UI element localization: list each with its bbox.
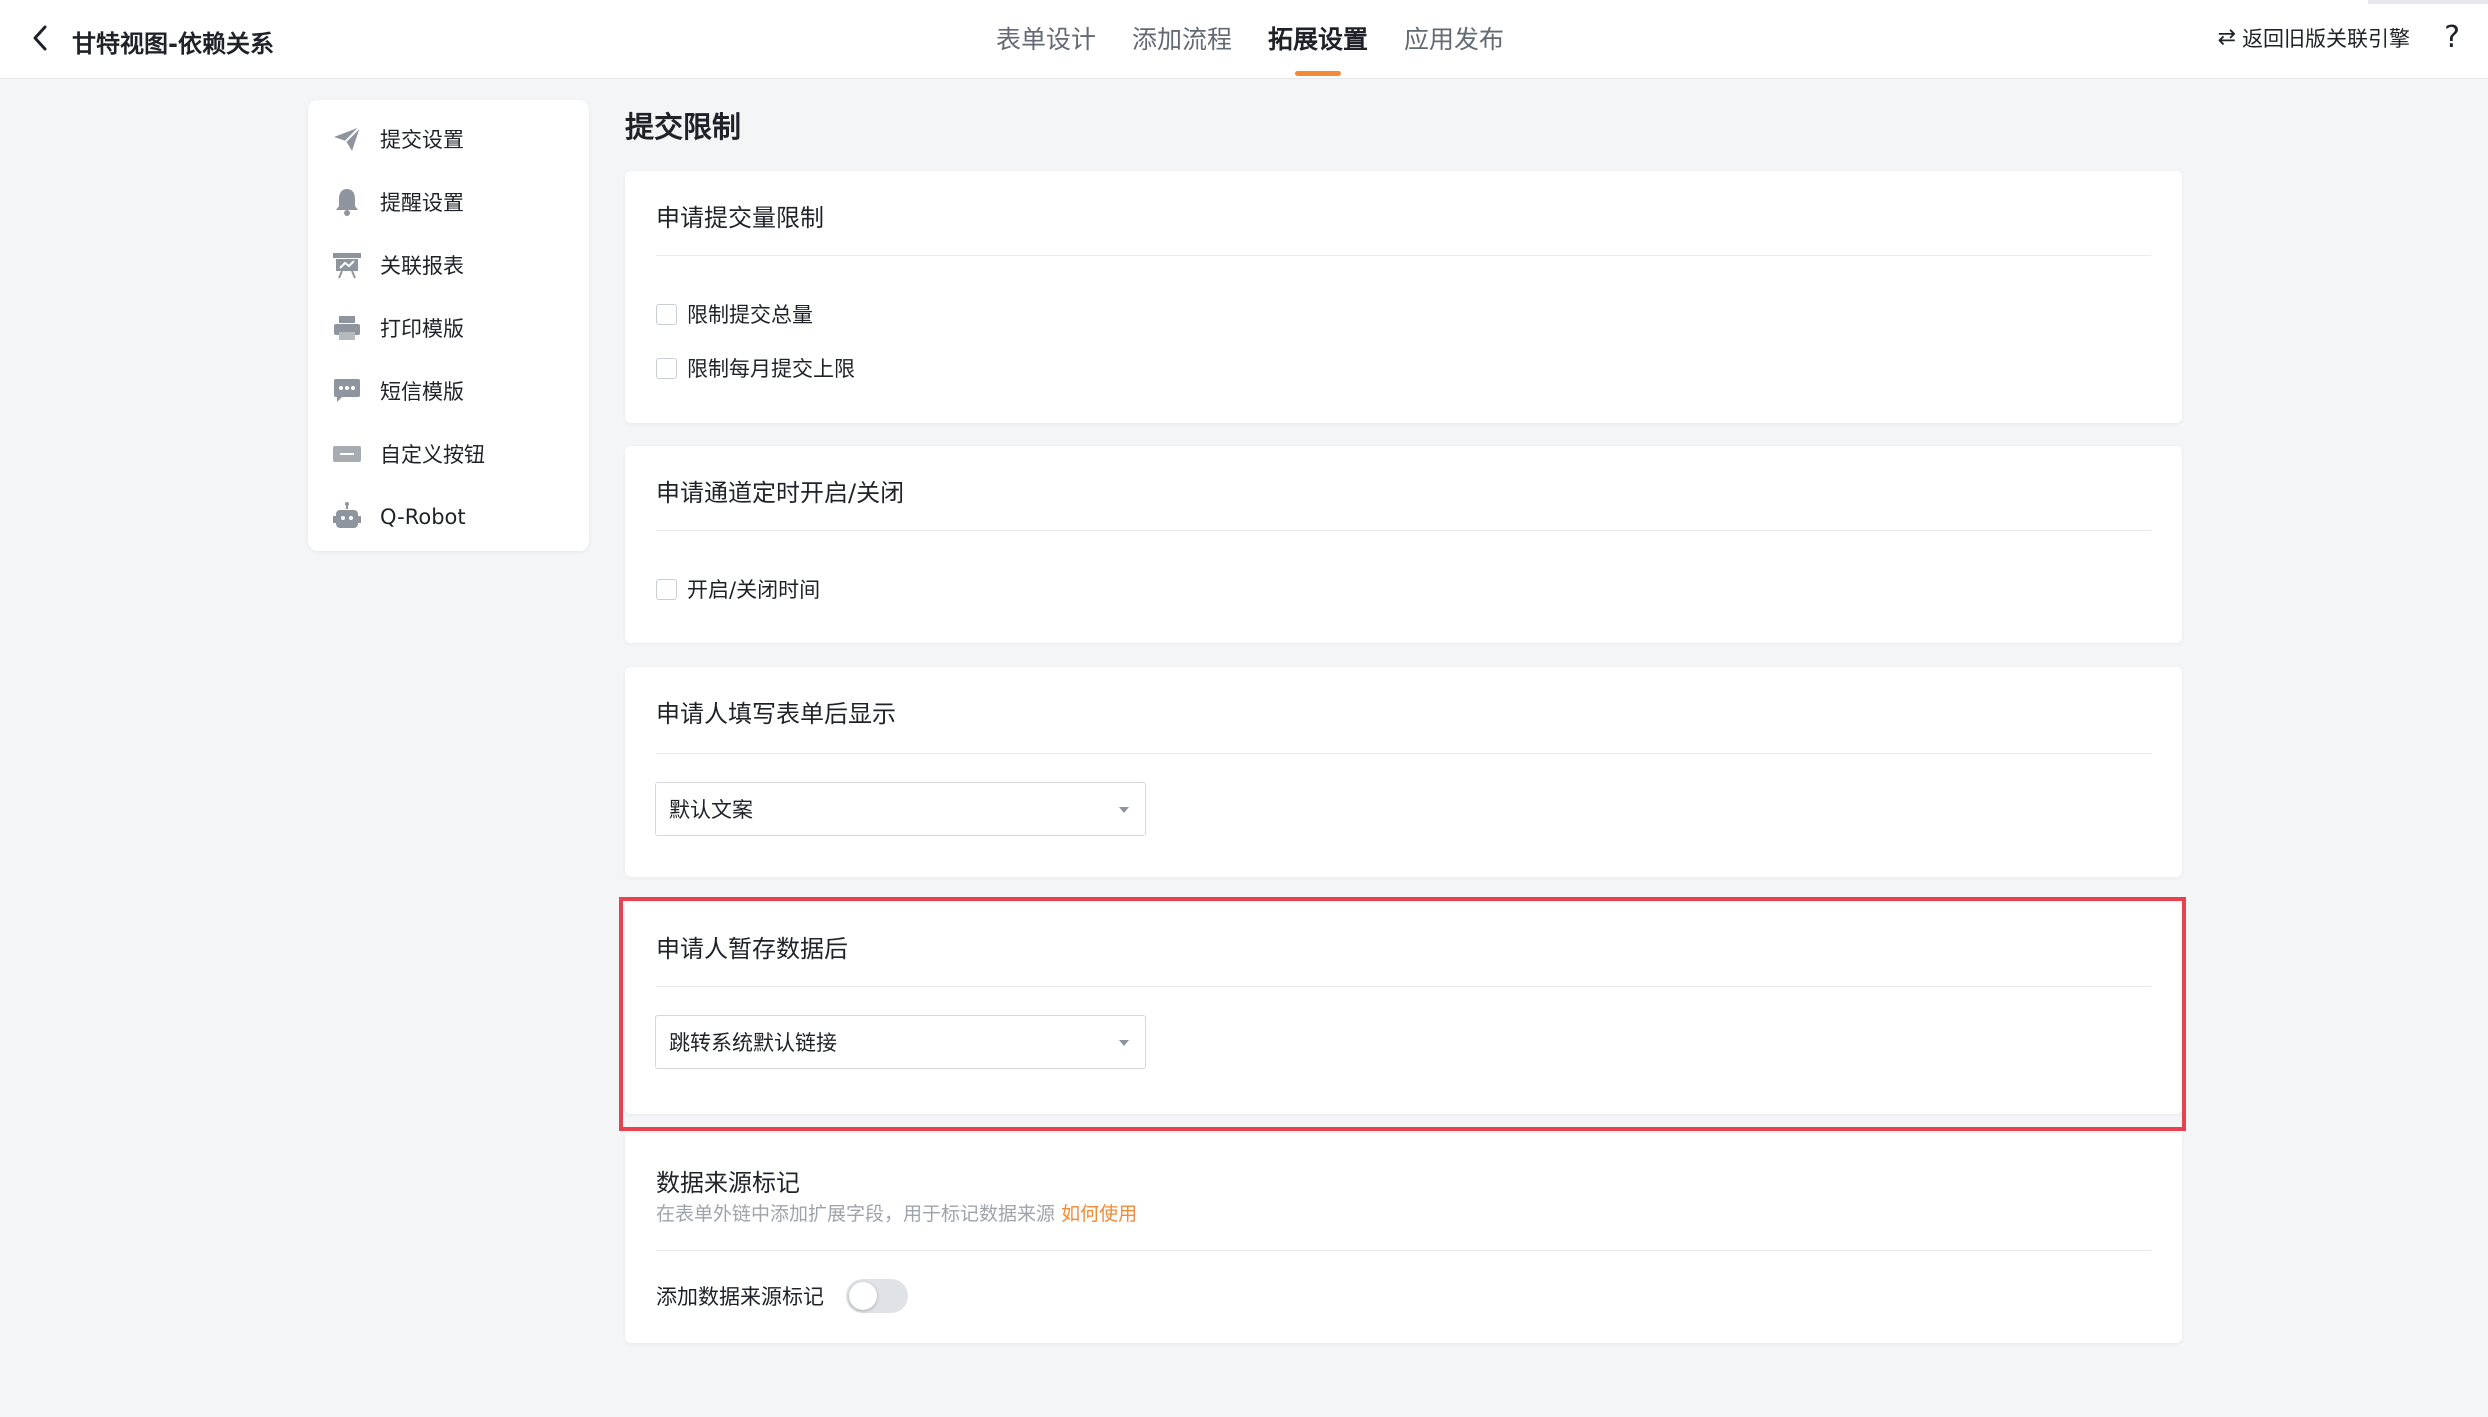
checkbox-box[interactable] <box>656 578 677 600</box>
checkbox-box[interactable] <box>656 303 677 325</box>
card-title: 申请提交量限制 <box>656 204 824 232</box>
select-value: 跳转系统默认链接 <box>669 1031 837 1055</box>
subtitle-text: 在表单外链中添加扩展字段，用于标记数据来源 <box>656 1203 1056 1225</box>
top-bar: 甘特视图-依赖关系 表单设计 添加流程 拓展设置 应用发布 ⇄ 返回旧版关联引擎… <box>0 0 2488 79</box>
tab-add-workflow[interactable]: 添加流程 <box>1132 0 1232 78</box>
bell-icon <box>330 185 364 219</box>
sidebar-item-label: Q-Robot <box>380 504 466 529</box>
sidebar-item-print-templates[interactable]: 打印模版 <box>308 296 589 359</box>
toggle-label: 添加数据来源标记 <box>656 1285 824 1309</box>
after-save-card: 申请人暂存数据后 跳转系统默认链接 <box>625 902 2182 1114</box>
robot-icon <box>330 500 364 534</box>
card-divider <box>656 255 2151 256</box>
toggle-knob <box>849 1282 877 1310</box>
sidebar-item-label: 打印模版 <box>380 316 464 341</box>
window-edge <box>2368 0 2488 4</box>
channel-schedule-card: 申请通道定时开启/关闭 开启/关闭时间 <box>625 446 2182 643</box>
sidebar-item-related-reports[interactable]: 关联报表 <box>308 233 589 296</box>
card-divider <box>656 530 2151 531</box>
topbar-actions: ⇄ 返回旧版关联引擎 ? <box>2218 20 2460 55</box>
limit-monthly-checkbox[interactable]: 限制每月提交上限 <box>656 353 855 383</box>
sidebar-item-label: 提醒设置 <box>380 190 464 215</box>
select-value: 默认文案 <box>669 798 753 822</box>
data-source-card: 数据来源标记 在表单外链中添加扩展字段，用于标记数据来源 如何使用 添加数据来源… <box>625 1133 2182 1343</box>
old-version-label: 返回旧版关联引擎 <box>2242 26 2411 51</box>
data-source-toggle-row: 添加数据来源标记 <box>656 1279 908 1313</box>
top-tabs: 表单设计 添加流程 拓展设置 应用发布 <box>996 0 1540 78</box>
card-divider <box>656 986 2151 987</box>
message-icon <box>330 374 364 408</box>
card-title: 数据来源标记 <box>656 1169 800 1197</box>
swap-icon: ⇄ <box>2217 25 2237 50</box>
open-close-time-checkbox[interactable]: 开启/关闭时间 <box>656 574 820 604</box>
printer-icon <box>330 311 364 345</box>
checkbox-box[interactable] <box>656 357 677 379</box>
card-divider <box>656 753 2151 754</box>
card-subtitle: 在表单外链中添加扩展字段，用于标记数据来源 如何使用 <box>656 1199 1137 1226</box>
sidebar-item-label: 自定义按钮 <box>380 442 485 467</box>
sidebar-item-submit-settings[interactable]: 提交设置 <box>308 107 589 170</box>
app-title: 甘特视图-依赖关系 <box>72 30 274 58</box>
tab-form-design[interactable]: 表单设计 <box>996 0 1096 78</box>
checkbox-label: 限制每月提交上限 <box>687 357 855 381</box>
paper-plane-icon <box>330 122 364 156</box>
sidebar-item-label: 提交设置 <box>380 127 464 152</box>
help-icon[interactable]: ? <box>2444 20 2460 55</box>
sidebar-item-custom-buttons[interactable]: 自定义按钮 <box>308 422 589 485</box>
settings-sidebar: 提交设置 提醒设置 关联报表 打印模版 短信模版 自定义按钮 Q-Robot <box>308 100 589 551</box>
data-source-toggle[interactable] <box>846 1279 908 1313</box>
button-icon <box>330 437 364 471</box>
sidebar-item-reminder-settings[interactable]: 提醒设置 <box>308 170 589 233</box>
card-title: 申请通道定时开启/关闭 <box>656 479 905 507</box>
caret-down-icon <box>1119 807 1129 813</box>
sidebar-item-q-robot[interactable]: Q-Robot <box>308 485 589 548</box>
caret-down-icon <box>1119 1040 1129 1046</box>
report-icon <box>330 248 364 282</box>
section-title: 提交限制 <box>625 110 742 144</box>
checkbox-label: 开启/关闭时间 <box>687 578 821 602</box>
after-submit-select[interactable]: 默认文案 <box>655 782 1146 836</box>
card-title: 申请人填写表单后显示 <box>656 700 896 728</box>
sidebar-item-label: 关联报表 <box>380 253 464 278</box>
limit-total-checkbox[interactable]: 限制提交总量 <box>656 299 813 329</box>
submission-limit-card: 申请提交量限制 限制提交总量 限制每月提交上限 <box>625 171 2182 423</box>
checkbox-label: 限制提交总量 <box>687 303 813 327</box>
tab-extension-settings[interactable]: 拓展设置 <box>1268 0 1368 78</box>
after-save-select[interactable]: 跳转系统默认链接 <box>655 1015 1146 1069</box>
sidebar-item-sms-templates[interactable]: 短信模版 <box>308 359 589 422</box>
old-version-link[interactable]: ⇄ 返回旧版关联引擎 <box>2218 23 2410 53</box>
after-submit-card: 申请人填写表单后显示 默认文案 <box>625 667 2182 877</box>
back-icon[interactable] <box>24 22 56 54</box>
tab-app-publish[interactable]: 应用发布 <box>1404 0 1504 78</box>
sidebar-item-label: 短信模版 <box>380 379 464 404</box>
card-divider <box>656 1250 2151 1251</box>
how-to-use-link[interactable]: 如何使用 <box>1061 1203 1137 1225</box>
card-title: 申请人暂存数据后 <box>656 935 848 963</box>
